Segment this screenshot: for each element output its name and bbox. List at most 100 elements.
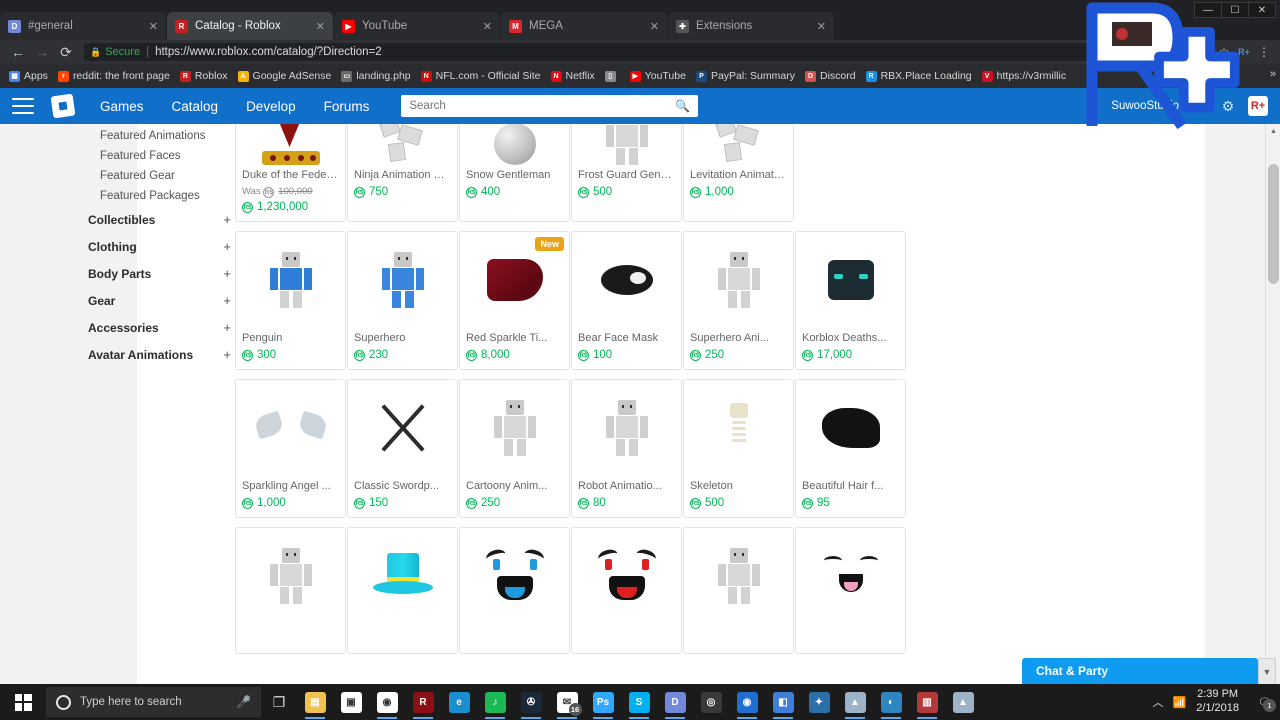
catalog-item-card[interactable]: Snow Gentleman R$ 400 [459,124,570,222]
tab-close-icon[interactable]: ✕ [316,20,325,33]
expand-icon[interactable]: + [223,212,231,227]
close-button[interactable]: ✕ [1248,2,1276,18]
vertical-scrollbar[interactable]: ▲ ▼ [1265,124,1280,684]
catalog-item-card[interactable] [571,527,682,654]
chat-party-widget[interactable]: Chat & Party ▼ [1022,658,1276,684]
roblox-studio-icon[interactable]: R [405,684,441,720]
scroll-up-icon[interactable]: ▲ [1266,124,1280,139]
sidebar-category-4[interactable]: Accessories + [88,314,243,341]
minimize-button[interactable]: — [1194,2,1222,18]
catalog-item-card[interactable] [795,527,906,654]
item-thumbnail[interactable] [236,528,345,624]
item-thumbnail[interactable]: New [460,232,569,328]
reload-button[interactable]: ⟳ [54,42,78,62]
microphone-icon[interactable]: 🎤 [236,695,251,709]
username-label[interactable]: SuwooStudios: 13 [1111,100,1204,112]
catalog-item-card[interactable]: New Red Sparkle Ti... R$ 8,000 [459,231,570,370]
catalog-item-card[interactable]: Penguin R$ 300 [235,231,346,370]
paint-icon[interactable]: ◐ [873,684,909,720]
browser-tab-3[interactable]: M MEGA ✕ [501,12,667,40]
catalog-item-card[interactable]: Classic Swordp... R$ 150 [347,379,458,518]
catalog-item-card[interactable]: Korblox Deaths... R$ 17,000 [795,231,906,370]
browser-tab-4[interactable]: ✚ Extensions ✕ [668,12,834,40]
winrar-icon[interactable]: ▥ [909,684,945,720]
bookmark-5[interactable]: N NFL.com - Official Site [416,67,546,85]
catalog-item-card[interactable]: Skeleton R$ 500 [683,379,794,518]
bookmark-7[interactable]: ▯ [600,67,625,85]
sidebar-category-5[interactable]: Avatar Animations + [88,341,243,368]
bookmark-star-icon[interactable]: ☆ [1214,43,1234,61]
item-thumbnail[interactable] [684,528,793,624]
microsoft-store-icon[interactable]: ▣ [333,684,369,720]
sidebar-category-3[interactable]: Gear + [88,287,243,314]
rplus-extension-icon[interactable]: R+ [1234,43,1254,61]
search-box[interactable]: 🔍 [401,95,699,117]
bookmark-0[interactable]: ▦ Apps [4,67,53,85]
discord-icon[interactable]: D [657,684,693,720]
catalog-item-card[interactable] [683,527,794,654]
item-thumbnail[interactable] [572,380,681,476]
bookmark-4[interactable]: ▭ landing.php [336,67,415,85]
scrollbar-thumb[interactable] [1268,164,1279,284]
google-chrome-icon[interactable]: ◉ [369,684,405,720]
item-thumbnail[interactable] [572,528,681,624]
catalog-item-card[interactable]: Levitation Animatio... R$ 1,000 [683,124,794,222]
tab-close-icon[interactable]: ✕ [483,20,492,33]
media-player-icon[interactable]: ◉ [729,684,765,720]
photoshop-icon[interactable]: Ps [585,684,621,720]
catalog-item-card[interactable]: Cartoony Anim... R$ 250 [459,379,570,518]
item-thumbnail[interactable] [348,528,457,624]
sidebar-featured-2[interactable]: Featured Gear [88,166,243,186]
bookmark-2[interactable]: R Roblox [175,67,233,85]
bookmarks-overflow-icon[interactable]: » [1270,68,1276,80]
item-thumbnail[interactable] [684,380,793,476]
bookmark-12[interactable]: Vhttps://v3rmillic [977,67,1071,85]
browser-tab-0[interactable]: D #general ✕ [0,12,166,40]
skype-icon[interactable]: S [621,684,657,720]
catalog-item-card[interactable]: Frost Guard General R$ 500 [571,124,682,222]
catalog-item-card[interactable]: Bear Face Mask R$ 100 [571,231,682,370]
spotify-icon[interactable]: ♪ [477,684,513,720]
shopping-bag-icon[interactable]: ▲ [837,684,873,720]
item-thumbnail[interactable] [236,380,345,476]
nav-link-games[interactable]: Games [100,99,144,114]
rplus-icon[interactable]: R+ [1248,96,1268,116]
item-thumbnail[interactable] [684,124,793,165]
tray-chevron-icon[interactable]: ︿ [1153,694,1164,710]
catalog-item-card[interactable]: Superhero R$ 230 [347,231,458,370]
bookmark-8[interactable]: ▶ YouTube [625,67,691,85]
catalog-item-card[interactable]: Superhero Ani... R$ 250 [683,231,794,370]
bookmark-6[interactable]: N Netflix [546,67,600,85]
catalog-item-card[interactable]: Beautiful Hair f... R$ 95 [795,379,906,518]
item-thumbnail[interactable] [460,380,569,476]
sidebar-category-2[interactable]: Body Parts + [88,260,243,287]
tab-close-icon[interactable]: ✕ [149,20,158,33]
roblox-logo-icon[interactable] [50,93,76,119]
catalog-item-card[interactable] [235,527,346,654]
back-button[interactable]: ← [6,42,30,62]
catalog-item-card[interactable]: LIMITEDUDuke of the Federat...Was R$100,… [235,124,346,222]
microsoft-edge-icon[interactable]: e [441,684,477,720]
item-thumbnail[interactable]: LIMITEDU [236,124,345,165]
bookmark-11[interactable]: R RBX.Place Loading [861,67,977,85]
taskbar-search-box[interactable]: Type here to search 🎤 [46,687,261,717]
sidebar-category-0[interactable]: Collectibles + [88,206,243,233]
address-bar[interactable]: 🔒 Secure | https://www.roblox.com/catalo… [84,43,1208,61]
search-icon[interactable]: 🔍 [675,99,690,113]
item-thumbnail[interactable] [572,232,681,328]
item-thumbnail[interactable] [236,232,345,328]
gear-icon[interactable]: ⚙ [1218,96,1238,116]
forward-button[interactable]: → [30,42,54,62]
mail-icon[interactable]: ✉ 16 [549,684,585,720]
item-thumbnail[interactable] [348,380,457,476]
sidebar-featured-3[interactable]: Featured Packages [88,186,243,206]
wifi-icon[interactable]: 📶 [1173,696,1187,709]
bag-icon[interactable]: ▲ [945,684,981,720]
browser-tab-1[interactable]: R Catalog - Roblox ✕ [167,12,333,40]
app-icon[interactable]: ◧ [765,684,801,720]
notification-icon[interactable]: 🗨 1 [1258,696,1276,712]
nav-link-forums[interactable]: Forums [324,99,370,114]
browser-tab-2[interactable]: ▶ YouTube ✕ [334,12,500,40]
taskbar-clock[interactable]: 2:39 PM 2/1/2018 [1196,688,1239,716]
item-thumbnail[interactable] [348,232,457,328]
